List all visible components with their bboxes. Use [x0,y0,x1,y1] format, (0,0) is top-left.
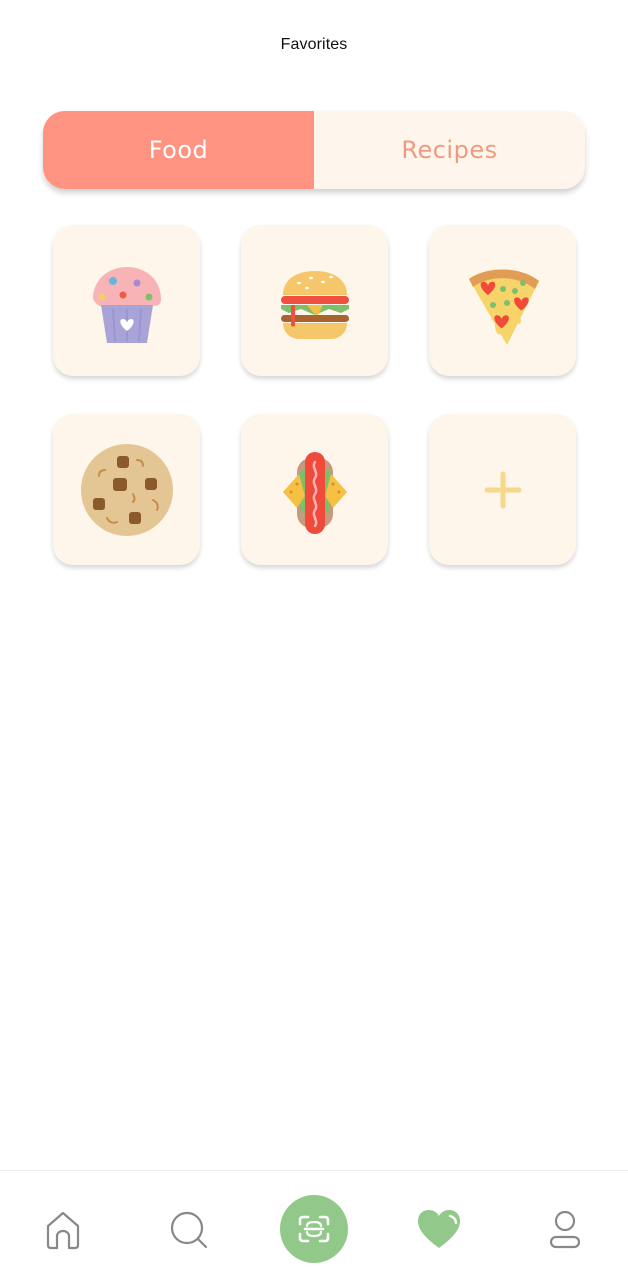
favorite-tile-cookie[interactable] [53,414,200,565]
page-title: Favorites [280,36,348,53]
nav-search[interactable] [166,1207,212,1253]
favorite-tile-hotdog[interactable] [241,414,388,565]
favorite-tile-pizza[interactable] [429,225,576,376]
cookie-icon [80,443,173,536]
add-favorite-button[interactable] [429,414,576,565]
tab-food[interactable]: Food [43,111,314,189]
nav-profile[interactable] [542,1207,588,1253]
search-icon [170,1211,208,1249]
profile-icon [549,1210,581,1249]
favorite-tile-cupcake[interactable] [53,225,200,376]
nav-scan-button[interactable] [280,1195,348,1263]
bottom-nav [0,1170,628,1280]
pizza-slice-icon [468,269,539,345]
nav-home[interactable] [40,1207,86,1253]
burger-icon [280,270,349,339]
favorite-tile-burger[interactable] [241,225,388,376]
scan-icon [298,1215,330,1243]
heart-icon [418,1210,460,1248]
cupcake-icon [92,266,161,343]
tab-recipes[interactable]: Recipes [314,111,585,189]
nav-favorites[interactable] [414,1205,464,1253]
hotdog-icon [282,451,347,534]
favorites-tab-switcher: Food Recipes [43,111,585,189]
plus-icon [484,471,521,508]
home-icon [46,1211,80,1250]
